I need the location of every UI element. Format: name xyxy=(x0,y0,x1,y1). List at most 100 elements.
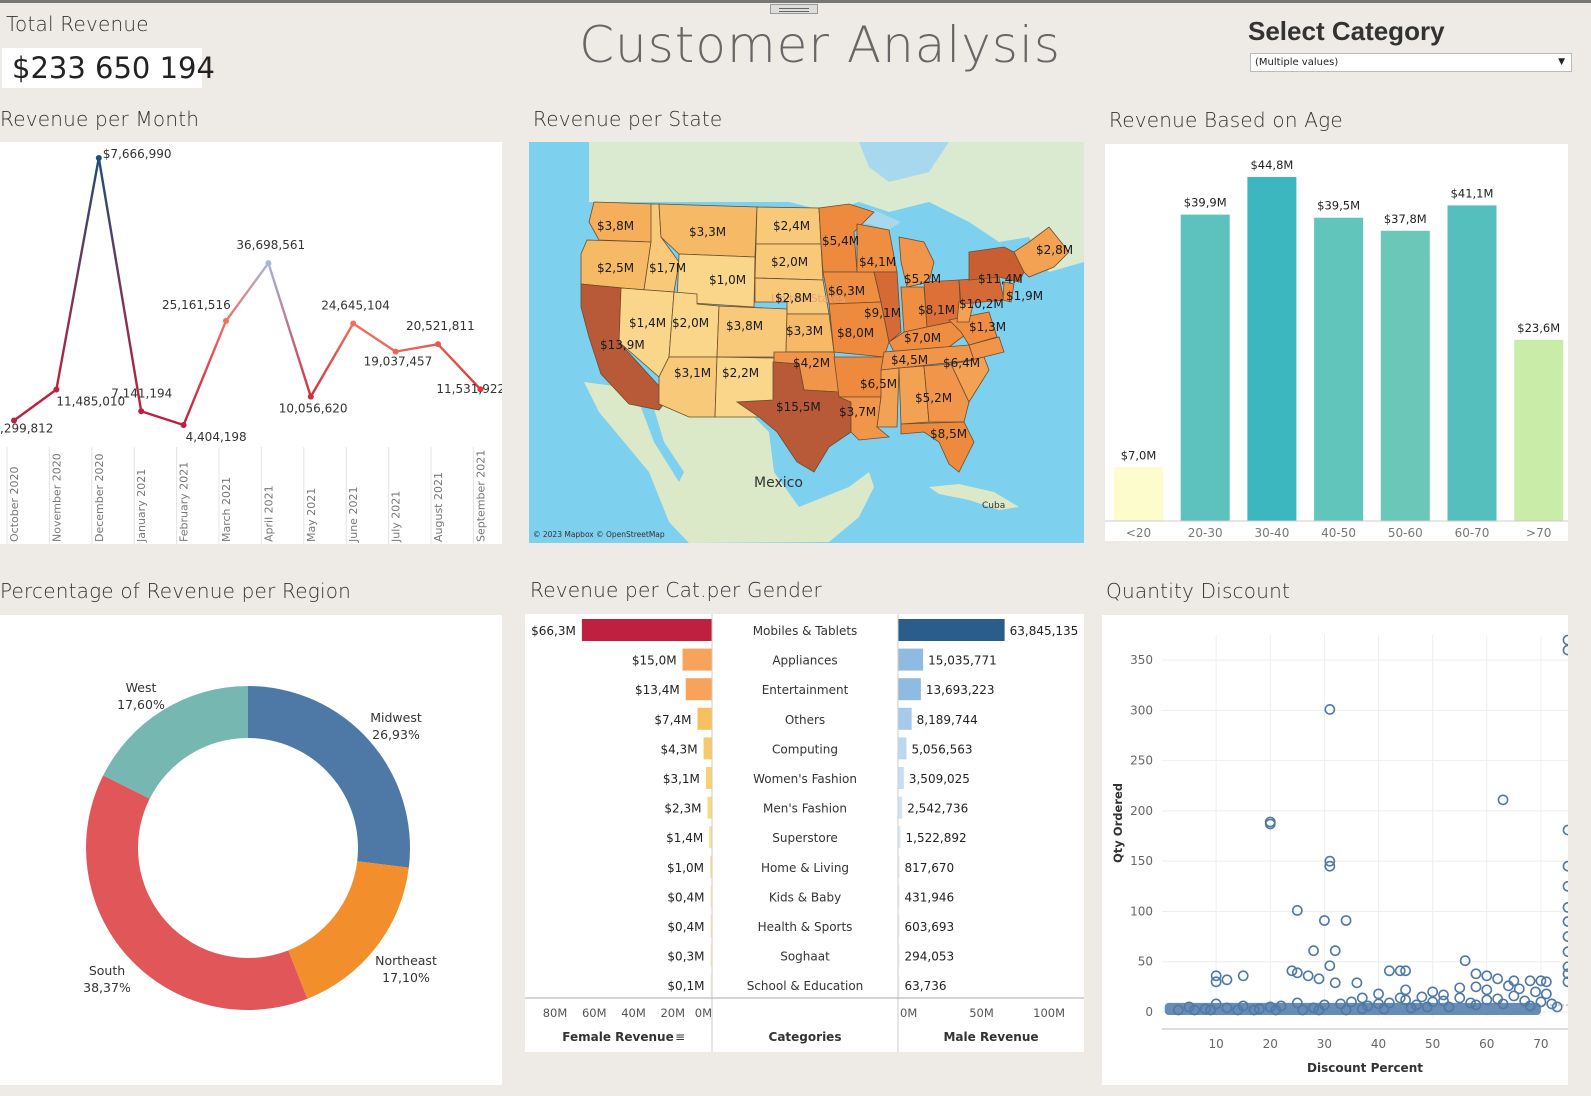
region-pct-label: 38,37% xyxy=(83,980,131,995)
month-point[interactable] xyxy=(53,386,60,393)
scatter-point[interactable] xyxy=(1562,946,1568,958)
category-label: Health & Sports xyxy=(758,920,853,934)
month-line-segment xyxy=(55,157,100,390)
scatter-point[interactable] xyxy=(1351,977,1363,989)
scatter-point[interactable] xyxy=(1329,977,1341,989)
male-bar[interactable] xyxy=(898,678,921,701)
scatter-point[interactable] xyxy=(1400,965,1411,977)
month-point[interactable] xyxy=(223,317,229,324)
male-bar[interactable] xyxy=(898,767,904,789)
state-value-label: $3,1M xyxy=(674,366,711,380)
month-line-segment xyxy=(225,262,270,322)
category-dropdown[interactable]: (Multiple values) ▼ xyxy=(1250,53,1572,72)
scatter-point[interactable] xyxy=(1540,976,1552,988)
scatter-point[interactable] xyxy=(1221,974,1233,986)
scatter-point[interactable] xyxy=(1562,824,1568,836)
age-bar[interactable] xyxy=(1514,339,1564,521)
scatter-point[interactable] xyxy=(1416,991,1428,1003)
scatter-point[interactable] xyxy=(1551,1001,1563,1013)
female-bar[interactable] xyxy=(581,619,712,641)
state-value-label: $9,1M xyxy=(864,306,901,320)
male-bar[interactable] xyxy=(898,737,907,760)
month-tick-label: January 2021 xyxy=(135,469,148,543)
scatter-point[interactable] xyxy=(1470,968,1482,980)
male-bar[interactable] xyxy=(898,648,924,671)
scatter-point[interactable] xyxy=(1313,973,1325,985)
scatter-x-tick: 10 xyxy=(1208,1037,1223,1051)
month-line-segment xyxy=(267,262,312,398)
scatter-point[interactable] xyxy=(1546,998,1558,1010)
female-bar[interactable] xyxy=(685,678,712,701)
state-value-label: $2,0M xyxy=(771,255,808,269)
scatter-point[interactable] xyxy=(1503,980,1514,992)
scatter-point[interactable] xyxy=(1562,931,1568,942)
category-label: Women's Fashion xyxy=(753,772,857,786)
month-point[interactable] xyxy=(307,393,314,400)
male-bar[interactable] xyxy=(898,707,912,730)
scatter-point[interactable] xyxy=(1562,880,1568,892)
scatter-point[interactable] xyxy=(1394,992,1406,1004)
state-value-label: $5,2M xyxy=(904,272,941,286)
scatter-point[interactable] xyxy=(1562,634,1568,646)
male-bar[interactable] xyxy=(898,796,903,819)
month-point[interactable] xyxy=(350,320,357,327)
female-bar[interactable] xyxy=(707,796,712,819)
scatter-point[interactable] xyxy=(1324,703,1336,715)
scatter-point[interactable] xyxy=(1438,989,1449,1001)
scatter-x-tick: 60 xyxy=(1479,1037,1494,1051)
category-label: Home & Living xyxy=(761,861,849,875)
scatter-point[interactable] xyxy=(1383,965,1395,977)
scatter-point[interactable] xyxy=(1540,988,1552,1000)
scatter-point[interactable] xyxy=(1356,992,1368,1004)
scatter-point[interactable] xyxy=(1286,965,1298,977)
scatter-point[interactable] xyxy=(1513,983,1525,995)
female-tick-label: 40M xyxy=(621,1006,646,1020)
scatter-point[interactable] xyxy=(1562,644,1568,656)
month-point[interactable] xyxy=(265,260,272,267)
female-bar[interactable] xyxy=(682,648,712,671)
scatter-point[interactable] xyxy=(1291,905,1303,916)
scatter-point[interactable] xyxy=(1492,973,1504,985)
female-bar[interactable] xyxy=(697,707,712,730)
scatter-point[interactable] xyxy=(1562,860,1568,872)
scatter-point[interactable] xyxy=(1302,970,1314,982)
scatter-point[interactable] xyxy=(1340,915,1352,926)
state-value-label: $3,8M xyxy=(597,219,634,233)
age-bar-label: $39,9M xyxy=(1184,196,1227,210)
scatter-point[interactable] xyxy=(1329,945,1341,957)
scatter-point[interactable] xyxy=(1562,916,1568,927)
month-point[interactable] xyxy=(435,341,441,348)
region-name-label: Northeast xyxy=(375,953,437,968)
female-bar[interactable] xyxy=(705,767,712,789)
scatter-point[interactable] xyxy=(1492,993,1504,1005)
sort-icon[interactable]: ≡ xyxy=(675,1030,685,1044)
region-pct-label: 17,60% xyxy=(117,697,165,712)
age-bar[interactable] xyxy=(1180,214,1230,521)
age-bar[interactable] xyxy=(1114,467,1163,521)
resize-handle[interactable] xyxy=(770,4,818,14)
female-bar[interactable] xyxy=(703,737,712,760)
state-value-label: $3,3M xyxy=(786,324,823,338)
age-bar[interactable] xyxy=(1247,177,1297,521)
scatter-point[interactable] xyxy=(1530,986,1541,998)
scatter-point[interactable] xyxy=(1497,794,1509,806)
scatter-point[interactable] xyxy=(1237,970,1249,982)
month-point[interactable] xyxy=(138,408,145,415)
scatter-point[interactable] xyxy=(1470,981,1482,993)
male-bar[interactable] xyxy=(898,619,1005,641)
revenue-per-state-map[interactable]: United States Mexico Cuba © 2023 Mapbox … xyxy=(529,142,1084,543)
scatter-point[interactable] xyxy=(1562,902,1568,913)
scatter-point[interactable] xyxy=(1524,975,1536,987)
age-bar[interactable] xyxy=(1314,217,1364,522)
age-bar[interactable] xyxy=(1447,205,1497,521)
scatter-point[interactable] xyxy=(1324,960,1336,972)
month-point[interactable] xyxy=(95,155,102,161)
scatter-point[interactable] xyxy=(1454,982,1466,994)
scatter-point[interactable] xyxy=(1459,955,1471,967)
scatter-point[interactable] xyxy=(1308,945,1319,957)
chevron-down-icon[interactable]: ▼ xyxy=(1558,54,1565,71)
scatter-point[interactable] xyxy=(1454,992,1466,1004)
month-point[interactable] xyxy=(180,421,187,428)
age-bar[interactable] xyxy=(1380,230,1430,521)
scatter-point[interactable] xyxy=(1291,967,1303,979)
